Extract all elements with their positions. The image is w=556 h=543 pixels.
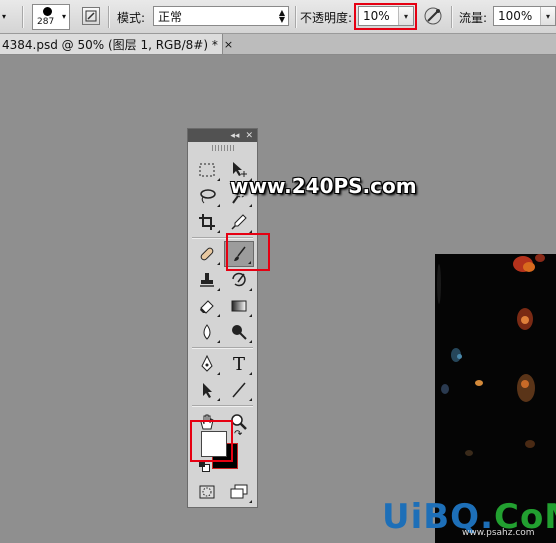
panel-grip[interactable] <box>211 145 234 151</box>
collapse-panel-icon[interactable]: ◂◂ <box>230 131 239 141</box>
flow-slider-arrow[interactable]: ▾ <box>540 7 555 25</box>
tablet-pressure-opacity-button[interactable] <box>423 6 443 26</box>
stamp-icon <box>200 273 214 287</box>
lasso-icon <box>200 189 216 204</box>
brush-size-value: 287 <box>37 17 55 27</box>
clone-stamp-tool[interactable] <box>192 267 222 293</box>
close-tab-icon[interactable]: × <box>224 38 233 51</box>
brush-panel-icon <box>85 10 97 22</box>
default-colors-icon[interactable] <box>199 461 210 472</box>
pressure-icon <box>424 7 442 25</box>
blur-icon <box>203 324 211 340</box>
foreground-color-highlight-box <box>190 420 233 462</box>
blur-tool[interactable] <box>192 319 222 345</box>
document-title: 4384.psd @ 50% (图层 1, RGB/8#) * <box>2 37 218 52</box>
close-panel-icon[interactable]: ✕ <box>245 131 253 141</box>
site-watermark: www.240PS.com <box>230 174 417 198</box>
flow-field[interactable]: 100% ▾ <box>493 6 556 26</box>
pen-tool[interactable] <box>192 351 222 377</box>
quick-mask-button[interactable] <box>192 479 222 505</box>
marquee-icon <box>199 163 215 177</box>
line-icon <box>232 382 246 398</box>
mode-label: 模式: <box>117 11 146 25</box>
history-brush-icon <box>232 272 246 287</box>
pen-icon <box>201 354 213 372</box>
tool-preset-arrow[interactable]: ▾ <box>2 0 6 33</box>
bandage-icon <box>200 247 214 261</box>
document-tab[interactable]: 4384.psd @ 50% (图层 1, RGB/8#) * × <box>0 34 233 54</box>
document-tab-bar: 4384.psd @ 50% (图层 1, RGB/8#) * × <box>0 34 556 55</box>
blend-mode-value: 正常 <box>158 9 183 24</box>
opacity-highlight-box <box>354 3 417 30</box>
brush-panel-toggle[interactable] <box>82 7 100 25</box>
eyedropper-tool[interactable] <box>224 209 254 235</box>
path-selection-icon <box>203 383 212 398</box>
brush-tool-highlight-box <box>226 233 270 271</box>
crop-icon <box>199 214 215 230</box>
eyedropper-icon <box>231 214 247 230</box>
blend-mode-select[interactable]: 正常 ▲ ▼ <box>153 6 289 26</box>
lasso-tool[interactable] <box>192 183 222 209</box>
dodge-tool[interactable] <box>224 319 254 345</box>
logo-subtext: www.psahz.com <box>462 528 535 538</box>
updown-icon: ▲ ▼ <box>278 8 286 24</box>
dodge-icon <box>232 325 247 340</box>
swap-colors-icon[interactable]: ↷ <box>234 429 242 440</box>
brush-tip-icon <box>43 7 52 16</box>
quick-mask-icon <box>199 485 215 499</box>
type-tool[interactable]: T <box>224 351 254 377</box>
brush-picker-arrow[interactable]: ▾ <box>62 6 72 26</box>
screen-mode-icon <box>230 484 248 499</box>
path-selection-tool[interactable] <box>192 377 222 403</box>
opacity-label: 不透明度: <box>300 11 353 25</box>
tools-panel-header[interactable]: ◂◂ ✕ <box>188 129 257 142</box>
line-tool[interactable] <box>224 377 254 403</box>
marquee-tool[interactable] <box>192 157 222 183</box>
flow-label: 流量: <box>459 11 488 25</box>
options-bar: ▾ 287 ▾ 模式: 正常 ▲ ▼ 不透明度: 10% ▾ 流量: 100% ▾ <box>0 0 556 34</box>
healing-brush-tool[interactable] <box>192 241 222 267</box>
eraser-icon <box>200 300 214 314</box>
eraser-tool[interactable] <box>192 293 222 319</box>
crop-tool[interactable] <box>192 209 222 235</box>
flow-value: 100% <box>498 9 533 23</box>
gradient-icon <box>231 300 247 312</box>
type-icon: T <box>232 353 245 375</box>
screen-mode-button[interactable] <box>224 479 254 505</box>
gradient-tool[interactable] <box>224 293 254 319</box>
